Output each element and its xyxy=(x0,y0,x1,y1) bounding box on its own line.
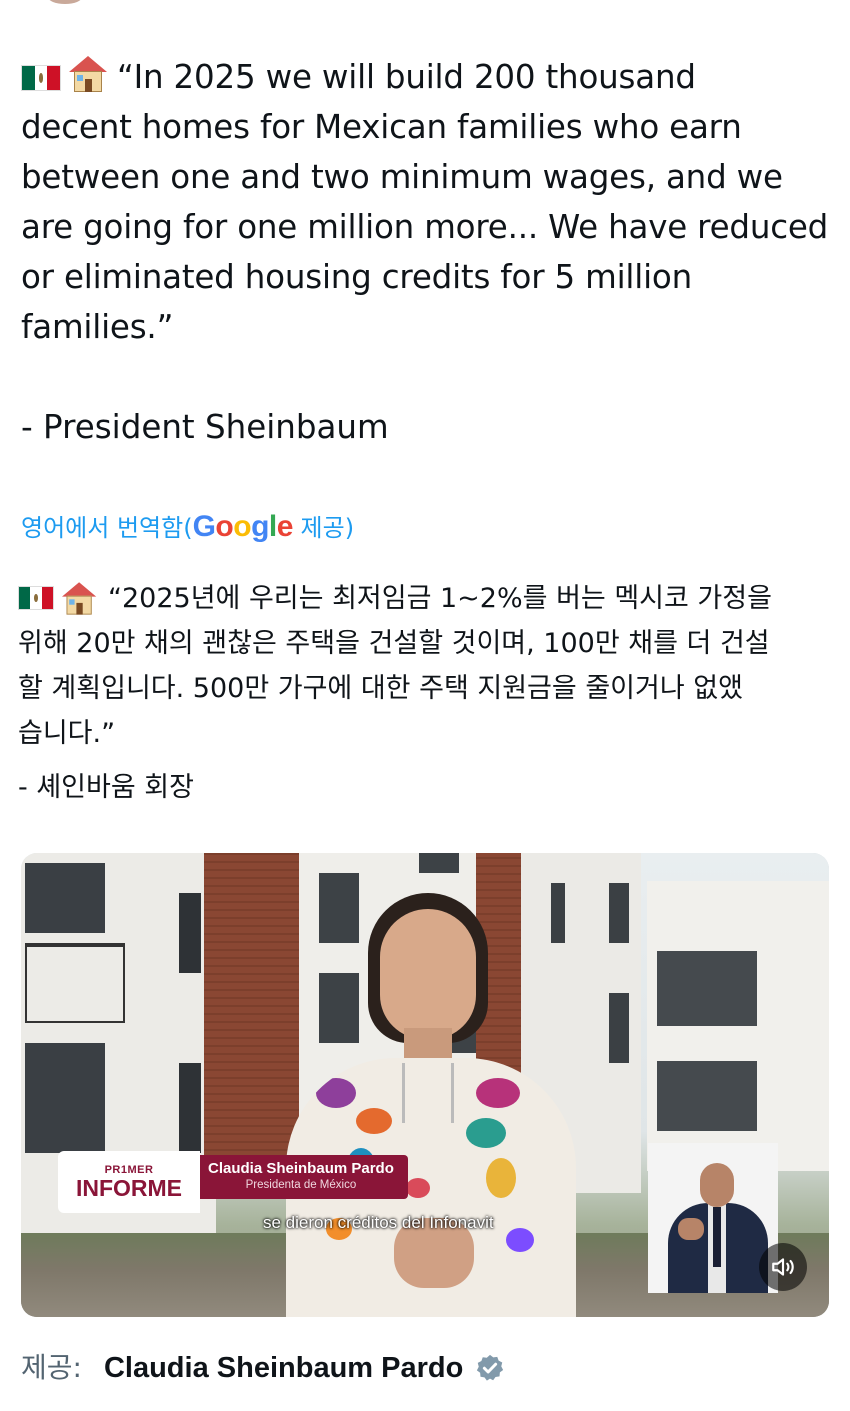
top-avatar-sliver xyxy=(0,0,850,4)
source-account-name[interactable]: Claudia Sheinbaum Pardo xyxy=(104,1344,463,1392)
flag-mexico-icon xyxy=(21,65,61,91)
embedded-video[interactable]: PR1MER INFORME Claudia Sheinbaum Pardo P… xyxy=(21,853,829,1317)
tweet-en-line-6: families.” xyxy=(21,308,174,346)
tweet-ko-line-2: 위해 20만 채의 괜찮은 주택을 건설할 것이며, 100만 채를 더 건설 xyxy=(18,628,770,659)
speaker-figure xyxy=(276,893,586,1317)
tweet-en-line-5: or eliminated housing credits for 5 mill… xyxy=(21,258,692,296)
verified-badge-icon xyxy=(477,1354,504,1381)
house-icon xyxy=(62,582,97,615)
speaker-title: Presidenta de México xyxy=(245,1179,357,1191)
tweet-text-korean: “2025년에 우리는 최저임금 1~2%를 버는 멕시코 가정을 위해 20만… xyxy=(18,576,838,756)
speaker-name-plate: Claudia Sheinbaum Pardo Presidenta de Mé… xyxy=(200,1155,408,1199)
tweet-en-line-2: decent homes for Mexican families who ea… xyxy=(21,108,742,146)
lower-third-banner: PR1MER INFORME Claudia Sheinbaum Pardo P… xyxy=(58,1151,408,1213)
house-icon xyxy=(69,56,107,92)
video-subtitle: se dieron créditos del Infonavit xyxy=(263,1213,494,1232)
translated-by-link[interactable]: 영어에서 번역함(Google 제공) xyxy=(21,505,354,550)
tweet-en-line-3: between one and two minimum wages, and w… xyxy=(21,158,783,196)
flag-mexico-icon xyxy=(18,586,54,610)
primer-informe-logo: PR1MER INFORME xyxy=(58,1151,200,1213)
translated-prefix: 영어에서 번역함( xyxy=(21,514,193,542)
tweet-en-line-1: “In 2025 we will build 200 thousand xyxy=(21,52,831,102)
tweet-ko-line-3: 할 계획입니다. 500만 가구에 대한 주택 지원금을 줄이거나 없앴 xyxy=(18,673,743,704)
tweet-text-english: “In 2025 we will build 200 thousand dece… xyxy=(21,52,831,352)
speaker-muted-icon xyxy=(772,1258,794,1276)
tweet-ko-line-4: 습니다.” xyxy=(18,718,116,749)
google-logo: Google xyxy=(192,510,294,543)
tweet-en-signature: - President Sheinbaum xyxy=(21,408,389,446)
video-source-attribution: 제공: Claudia Sheinbaum Pardo xyxy=(21,1344,505,1392)
mute-button[interactable] xyxy=(759,1243,807,1291)
tweet-en-line-4: are going for one million more... We hav… xyxy=(21,208,829,246)
source-label: 제공: xyxy=(21,1351,82,1384)
video-building-far-right xyxy=(647,881,829,1171)
speaker-name: Claudia Sheinbaum Pardo xyxy=(208,1160,394,1177)
tweet-ko-line-1: “2025년에 우리는 최저임금 1~2%를 버는 멕시코 가정을 xyxy=(18,576,838,621)
translated-suffix: 제공) xyxy=(292,514,355,542)
tweet-ko-signature: - 셰인바움 회장 xyxy=(18,772,194,803)
